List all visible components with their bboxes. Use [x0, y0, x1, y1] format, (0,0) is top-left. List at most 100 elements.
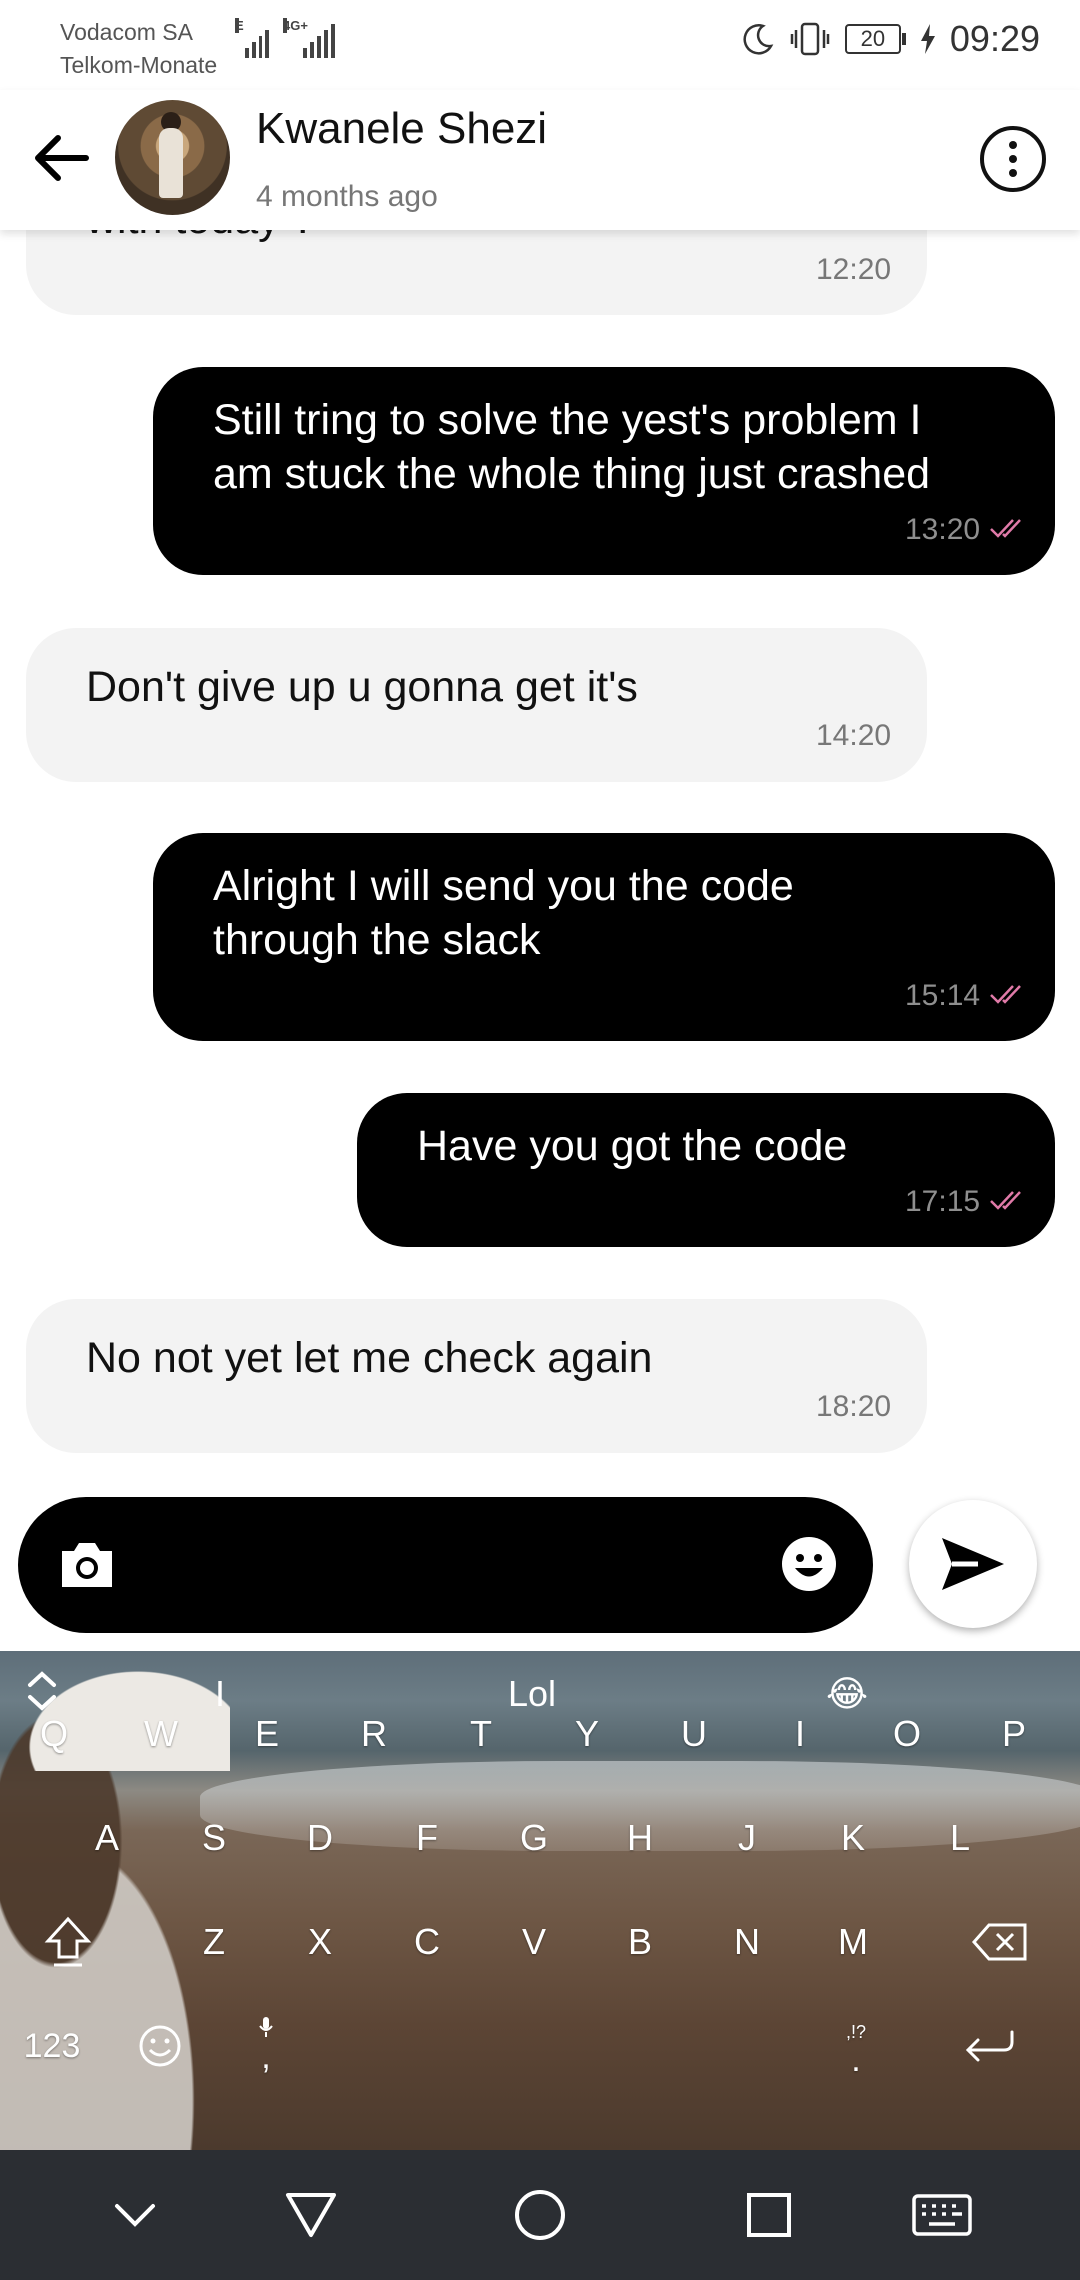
message-outgoing[interactable]: Still tring to solve the yest's problem …: [153, 367, 1055, 575]
key-b[interactable]: B: [590, 1892, 690, 1992]
key-u[interactable]: U: [644, 1684, 744, 1784]
charging-icon: [920, 24, 935, 54]
message-incoming[interactable]: No not yet let me check again 18:20: [26, 1299, 927, 1453]
key-k[interactable]: K: [803, 1788, 903, 1888]
system-navigation-bar: [0, 2150, 1080, 2280]
key-g[interactable]: G: [484, 1788, 584, 1888]
message-input[interactable]: [138, 1527, 778, 1603]
emoji-icon: [139, 2025, 181, 2067]
network-type-label: 4G+: [283, 18, 308, 33]
key-v[interactable]: V: [484, 1892, 584, 1992]
microphone-icon: [259, 2016, 273, 2037]
shift-icon: [44, 1916, 92, 1967]
key-i[interactable]: I: [750, 1684, 850, 1784]
key-c[interactable]: C: [377, 1892, 477, 1992]
more-options-button[interactable]: [980, 126, 1046, 192]
key-x[interactable]: X: [270, 1892, 370, 1992]
key-z[interactable]: Z: [164, 1892, 264, 1992]
battery-level: 20: [844, 24, 901, 54]
message-outgoing[interactable]: Have you got the code 17:15: [357, 1093, 1055, 1247]
enter-key[interactable]: [940, 1996, 1040, 2096]
message-time: 18:20: [816, 1390, 892, 1423]
network-type-label: E: [235, 18, 244, 33]
key-w[interactable]: W: [111, 1684, 211, 1784]
key-e[interactable]: E: [217, 1684, 317, 1784]
moon-icon: [743, 24, 774, 55]
more-options-icon: [1009, 141, 1017, 149]
key-row-2: A S D F G H J K L: [0, 1788, 1080, 1888]
key-h[interactable]: H: [590, 1788, 690, 1888]
emoji-button[interactable]: [780, 1535, 838, 1593]
key-l[interactable]: L: [910, 1788, 1010, 1888]
shift-key[interactable]: [18, 1892, 118, 1992]
message-text: Don't give up u gonna get it's: [86, 663, 638, 711]
message-time: 17:15: [905, 1185, 981, 1218]
nav-home-button[interactable]: [505, 2180, 575, 2250]
message-time: 12:20: [816, 253, 892, 286]
contact-name[interactable]: Kwanele Shezi: [256, 104, 547, 154]
key-j[interactable]: J: [697, 1788, 797, 1888]
key-t[interactable]: T: [431, 1684, 531, 1784]
home-circle-icon: [515, 2190, 565, 2240]
emoji-key[interactable]: [110, 1996, 210, 2096]
message-time: 15:14: [905, 979, 981, 1012]
signal-icons: E 4G+: [235, 18, 339, 58]
key-y[interactable]: Y: [537, 1684, 637, 1784]
nav-recents-button[interactable]: [734, 2180, 804, 2250]
read-receipt-icon: [990, 519, 1021, 538]
chat-header: Kwanele Shezi 4 months ago: [0, 90, 1080, 230]
back-triangle-icon: [286, 2193, 336, 2237]
key-n[interactable]: N: [697, 1892, 797, 1992]
key-q[interactable]: Q: [4, 1684, 104, 1784]
comma-key-label: ,: [261, 2037, 271, 2076]
vibrate-icon: [790, 22, 830, 56]
hide-keyboard-chevron-icon: [115, 2204, 155, 2227]
carrier-primary: Vodacom SA: [60, 19, 193, 45]
keyboard-switch-icon: [912, 2194, 972, 2236]
emoji-icon: [782, 1537, 836, 1591]
numbers-key[interactable]: 123: [2, 1996, 102, 2096]
message-text: Still tring to solve the yest's problem …: [213, 396, 931, 498]
last-seen-status: 4 months ago: [256, 180, 438, 213]
contact-avatar[interactable]: [115, 100, 230, 215]
hide-keyboard-button[interactable]: [100, 2180, 170, 2250]
nav-back-button[interactable]: [276, 2180, 346, 2250]
recents-square-icon: [747, 2193, 791, 2237]
key-r[interactable]: R: [324, 1684, 424, 1784]
camera-button[interactable]: [56, 1535, 118, 1595]
status-bar: Vodacom SA Telkom-Monate E 4G+ 20 09:29: [0, 0, 1080, 90]
battery-icon: 20: [844, 24, 906, 54]
message-outgoing[interactable]: Alright I will send you the code through…: [153, 833, 1055, 1041]
message-text: Have you got the code: [417, 1122, 848, 1170]
key-row-1: Q W E R T Y U I O P: [0, 1684, 1080, 1784]
key-row-3: Z X C V B N M: [0, 1892, 1080, 1992]
comma-key[interactable]: ,: [216, 1996, 316, 2096]
key-o[interactable]: O: [857, 1684, 957, 1784]
message-text: Alright I will send you the code through…: [213, 862, 794, 964]
signal-strength-icon: E: [235, 18, 269, 58]
message-time: 13:20: [905, 513, 981, 546]
message-incoming[interactable]: Don't give up u gonna get it's 14:20: [26, 628, 927, 782]
back-arrow-icon: [35, 135, 89, 181]
keyboard-switch-button[interactable]: [907, 2180, 977, 2250]
send-button[interactable]: [909, 1500, 1037, 1628]
key-a[interactable]: A: [57, 1788, 157, 1888]
punctuation-key[interactable]: ,!? .: [806, 1996, 906, 2096]
back-button[interactable]: [28, 125, 94, 191]
status-right: 20 09:29: [741, 18, 1040, 60]
message-time: 14:20: [816, 719, 892, 752]
read-receipt-icon: [990, 985, 1021, 1004]
period-label: .: [851, 2041, 861, 2079]
message-composer: [18, 1497, 873, 1633]
backspace-key[interactable]: [950, 1892, 1050, 1992]
message-text: No not yet let me check again: [86, 1334, 653, 1382]
key-row-4: 123 , ,!? .: [0, 1996, 1080, 2096]
key-m[interactable]: M: [803, 1892, 903, 1992]
key-p[interactable]: P: [964, 1684, 1064, 1784]
on-screen-keyboard: I Lol 😂 Q W E R T Y U I O P A S D F G H …: [0, 1651, 1080, 2150]
key-f[interactable]: F: [377, 1788, 477, 1888]
camera-icon: [62, 1543, 112, 1587]
key-d[interactable]: D: [270, 1788, 370, 1888]
clock: 09:29: [949, 18, 1040, 59]
key-s[interactable]: S: [164, 1788, 264, 1888]
